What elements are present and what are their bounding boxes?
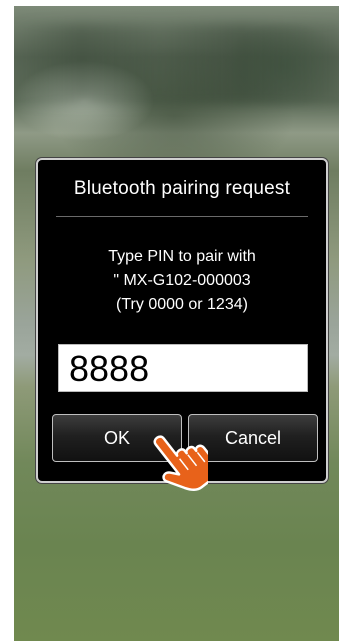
- pin-hint: (Try 0000 or 1234): [116, 296, 248, 313]
- device-name: " MX-G102-000003: [113, 272, 251, 289]
- pin-input[interactable]: 8888: [58, 344, 308, 392]
- title-divider: [56, 216, 308, 217]
- pairing-message-line1: Type PIN to pair with: [108, 248, 256, 265]
- hand-pointer-icon: [153, 435, 208, 491]
- dialog-title: Bluetooth pairing request: [73, 178, 291, 199]
